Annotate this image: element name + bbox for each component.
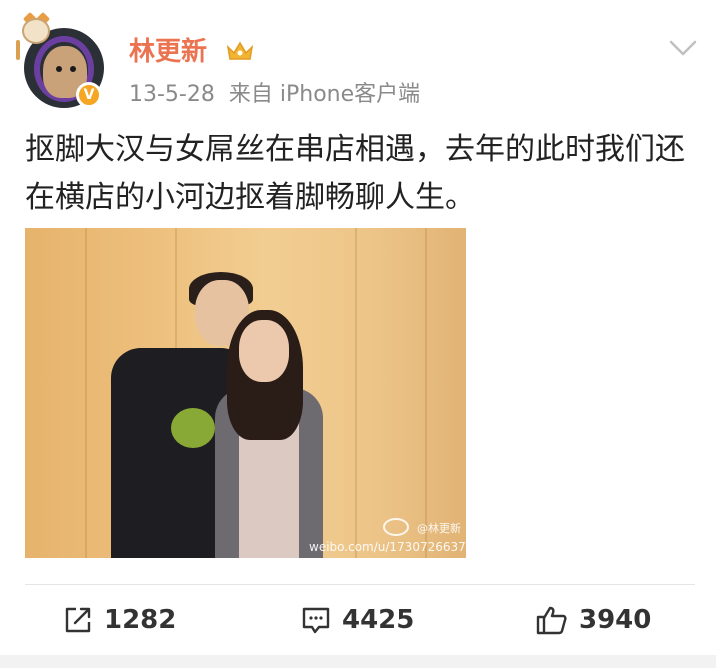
post-source: 来自 iPhone客户端 xyxy=(228,82,421,107)
repost-count: 1282 xyxy=(104,605,177,635)
repost-button[interactable]: 1282 xyxy=(62,600,176,640)
avatar-pendant-face-icon xyxy=(22,18,50,44)
verified-badge-icon: V xyxy=(76,82,102,108)
thumbs-up-icon xyxy=(536,606,567,635)
divider xyxy=(25,584,695,585)
username[interactable]: 林更新 xyxy=(129,34,207,70)
comment-count: 4425 xyxy=(342,605,415,635)
crown-icon[interactable] xyxy=(226,39,254,63)
weibo-post: V 林更新 13-5-28 来自 iPhone客户端 抠脚大汉与女屌丝在串店相遇，… xyxy=(0,0,716,668)
comment-button[interactable]: 4425 xyxy=(300,600,414,640)
post-date[interactable]: 13-5-28 xyxy=(129,82,215,107)
photo-watermark-name: @林更新 xyxy=(417,522,461,535)
bottom-separator xyxy=(0,655,716,668)
like-count: 3940 xyxy=(579,605,652,635)
post-photo[interactable]: @林更新 weibo.com/u/1730726637 xyxy=(25,228,466,558)
photo-watermark-url: weibo.com/u/1730726637 xyxy=(309,540,466,554)
weibo-watermark-icon xyxy=(383,518,409,536)
post-text: 抠脚大汉与女屌丝在串店相遇，去年的此时我们还在横店的小河边抠着脚畅聊人生。 xyxy=(25,132,685,215)
post-meta: 13-5-28 来自 iPhone客户端 xyxy=(129,80,420,110)
comment-icon xyxy=(302,607,330,634)
chevron-down-icon[interactable] xyxy=(668,38,698,58)
like-button[interactable]: 3940 xyxy=(535,600,651,640)
repost-icon xyxy=(65,607,91,633)
